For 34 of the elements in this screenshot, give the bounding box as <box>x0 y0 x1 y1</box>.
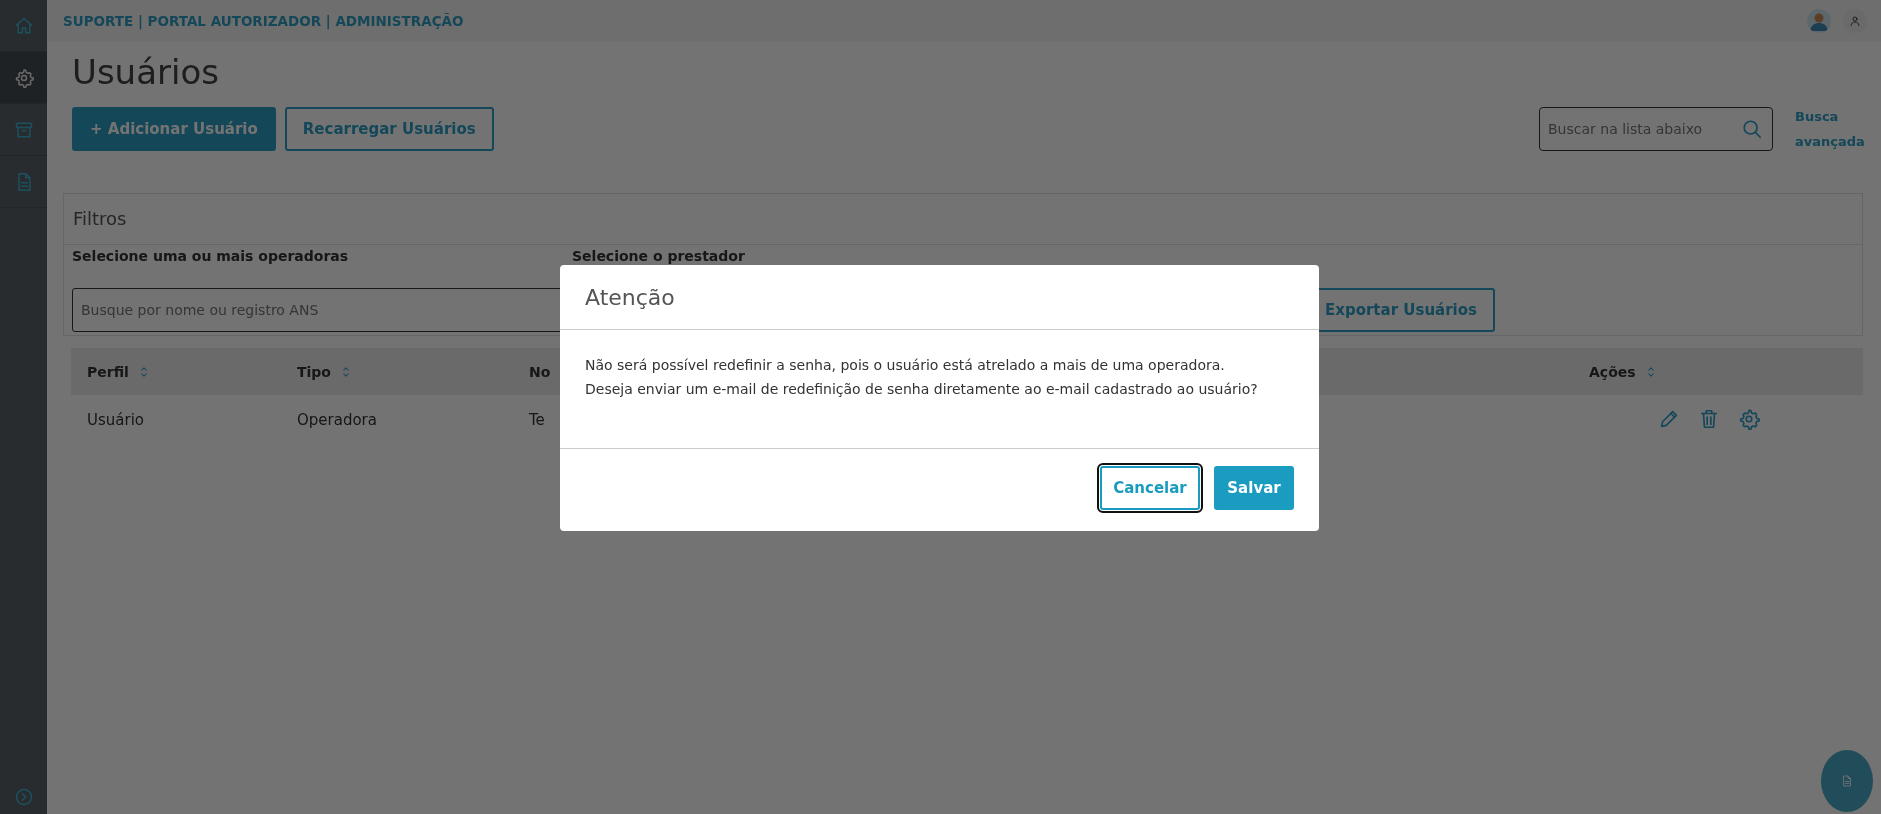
edit-icon[interactable] <box>1658 408 1680 430</box>
search-icon[interactable] <box>1741 118 1763 140</box>
sidebar-item[interactable] <box>0 52 47 104</box>
dialog-message: Deseja enviar um e-mail de redefinição de senha diretamente ao e-mail cadastrado ao usuário? <box>585 380 1259 399</box>
breadcrumb[interactable]: SUPORTE | PORTAL AUTORIZADOR | ADMINISTRAÇÃO <box>63 13 1807 29</box>
user-button[interactable] <box>1843 9 1867 33</box>
table-cell: Usuário <box>87 410 144 429</box>
add-user-button[interactable]: + Adicionar Usuário <box>72 107 276 151</box>
filters-title: Filtros <box>64 194 1862 245</box>
field-label: Selecione o prestador <box>572 247 746 265</box>
column-header[interactable]: Tipo <box>297 363 331 380</box>
user-avatar[interactable] <box>1807 9 1831 33</box>
document-icon <box>1841 775 1853 787</box>
column-header[interactable]: Perfil <box>87 363 129 380</box>
table-cell: Te <box>529 410 545 429</box>
column-header[interactable]: No <box>529 363 551 380</box>
field-label: Selecione uma ou mais operadoras <box>72 247 350 265</box>
expand-chevron-icon[interactable] <box>13 787 34 807</box>
user-icon <box>1849 15 1861 27</box>
column-header[interactable]: Ações <box>1589 363 1636 380</box>
advanced-search-link[interactable]: Busca avançada <box>1795 104 1863 154</box>
settings-icon[interactable] <box>1738 408 1760 430</box>
floating-action-button[interactable] <box>1821 750 1873 812</box>
search-field[interactable]: Buscar na lista abaixo <box>1539 107 1773 151</box>
dialog-message: Não será possível redefinir a senha, pois o usuário está atrelado a mais de uma operadora. <box>585 356 1226 375</box>
home-icon <box>13 15 34 36</box>
save-button[interactable]: Salvar <box>1214 466 1294 510</box>
settings-icon <box>13 67 34 88</box>
cancel-button[interactable]: Cancelar <box>1100 466 1200 510</box>
page-title: Usuários <box>72 52 220 92</box>
dialog-title: Atenção <box>585 284 675 310</box>
delete-icon[interactable] <box>1698 408 1720 430</box>
table-cell: Operadora <box>297 410 377 429</box>
reload-button[interactable]: Recarregar Usuários <box>284 107 494 151</box>
